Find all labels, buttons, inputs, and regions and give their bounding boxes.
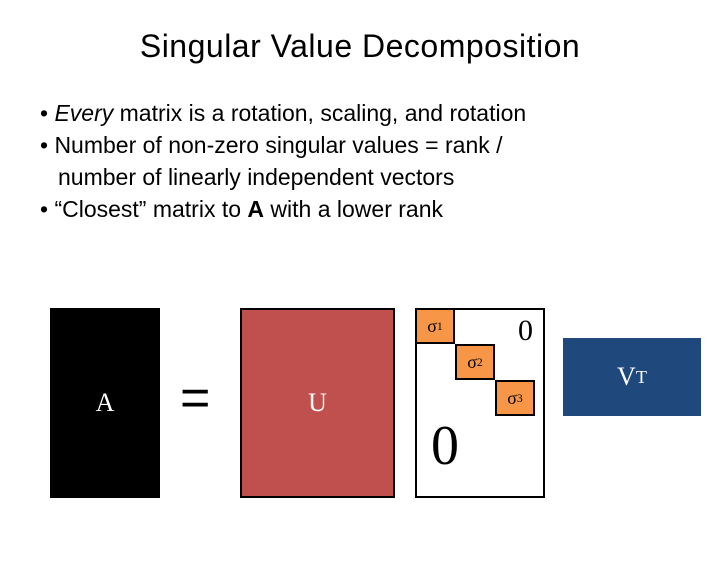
- bullet-2-line2: number of linearly independent vectors: [40, 163, 680, 193]
- bullet-3-bold: A: [247, 196, 264, 222]
- bullet-1: • Every matrix is a rotation, scaling, a…: [40, 99, 680, 129]
- sigma-2: σ2: [455, 344, 495, 380]
- matrix-vt: VT: [563, 338, 701, 416]
- bullet-1-prefix: •: [40, 100, 54, 126]
- sigma-zero-top-right: 0: [518, 314, 533, 348]
- bullet-1-emph: Every: [54, 100, 113, 126]
- sigma-3-sub: 3: [517, 392, 523, 405]
- sigma-1-sub: 1: [437, 320, 443, 333]
- matrix-sigma: σ1 σ2 σ3 0 0: [415, 308, 545, 498]
- vt-superscript: T: [636, 367, 647, 388]
- sigma-2-sub: 2: [477, 356, 483, 369]
- sigma-1: σ1: [415, 308, 455, 344]
- matrix-u: U: [240, 308, 395, 498]
- bullet-list: • Every matrix is a rotation, scaling, a…: [40, 99, 680, 225]
- sigma-3-sym: σ: [507, 388, 517, 409]
- bullet-3-rest: with a lower rank: [264, 196, 443, 222]
- sigma-3: σ3: [495, 380, 535, 416]
- bullet-2-line1: • Number of non-zero singular values = r…: [40, 131, 680, 161]
- bullet-3: • “Closest” matrix to A with a lower ran…: [40, 195, 680, 225]
- sigma-1-sym: σ: [427, 316, 437, 337]
- sigma-2-sym: σ: [467, 352, 477, 373]
- vt-v: V: [617, 362, 636, 392]
- svd-diagram: A = U σ1 σ2 σ3 0 0 VT: [0, 308, 720, 548]
- equals-sign: =: [180, 368, 210, 428]
- sigma-zero-bottom-left: 0: [431, 414, 459, 478]
- slide-title: Singular Value Decomposition: [0, 28, 720, 65]
- bullet-3-prefix: • “Closest” matrix to: [40, 196, 247, 222]
- bullet-1-rest: matrix is a rotation, scaling, and rotat…: [113, 100, 526, 126]
- matrix-a: A: [50, 308, 160, 498]
